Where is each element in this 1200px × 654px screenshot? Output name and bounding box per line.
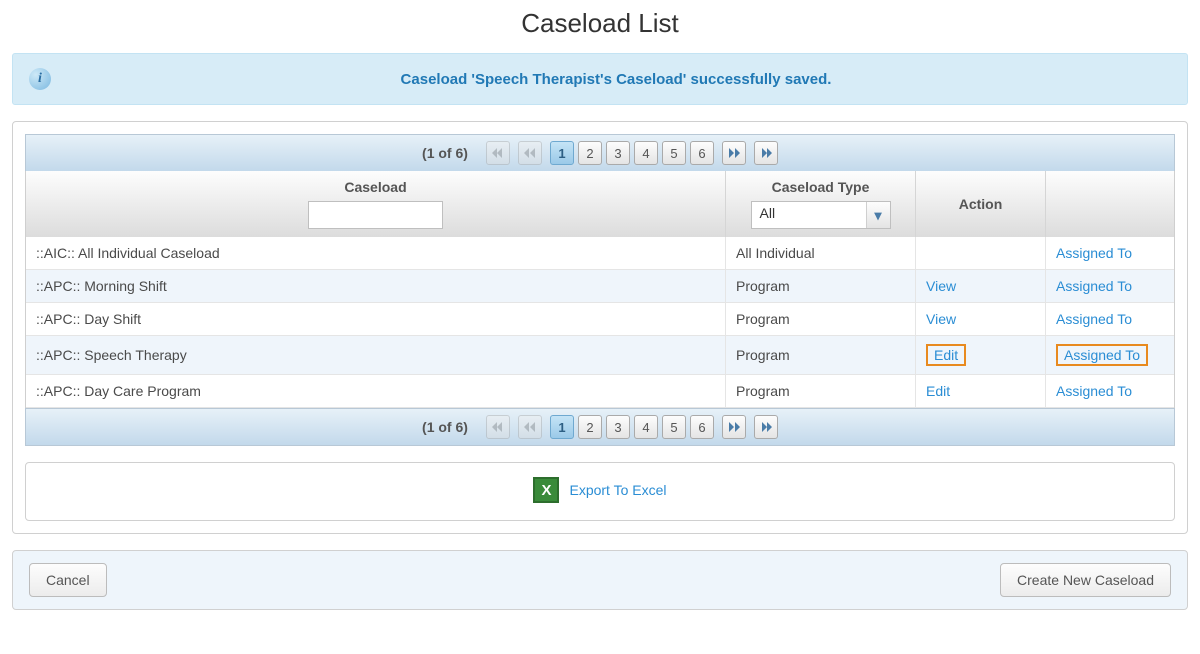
paginator-bottom: (1 of 6) 123456	[25, 408, 1175, 446]
excel-icon	[533, 477, 559, 503]
cell-type: Program	[726, 375, 916, 407]
table-row: ::APC:: Day Care ProgramProgram Edit Assig…	[26, 375, 1174, 408]
export-label: Export To Excel	[569, 482, 666, 498]
last-page-button[interactable]	[754, 141, 778, 165]
create-caseload-button[interactable]: Create New Caseload	[1000, 563, 1171, 597]
column-type-label: Caseload Type	[772, 179, 870, 195]
column-action-label: Action	[959, 196, 1003, 212]
caseload-table-panel: (1 of 6) 123456 Caseload Caseload Type A…	[12, 121, 1188, 534]
column-type: Caseload Type All ▾	[726, 171, 916, 237]
assigned-to-link[interactable]: Assigned To	[1056, 344, 1148, 366]
paginator-top: (1 of 6) 123456	[25, 134, 1175, 171]
page-number-4[interactable]: 4	[634, 141, 658, 165]
page-info: (1 of 6)	[422, 145, 468, 161]
assigned-to-link[interactable]: Assigned To	[1056, 245, 1132, 261]
first-page-button[interactable]	[486, 415, 510, 439]
cell-action: Edit	[916, 336, 1046, 374]
next-page-button[interactable]	[722, 141, 746, 165]
column-caseload-label: Caseload	[344, 179, 406, 195]
cell-caseload: ::APC:: Speech Therapy	[26, 336, 726, 374]
page-number-3[interactable]: 3	[606, 141, 630, 165]
table-body: ::AIC:: All Individual CaseloadAll Indiv…	[25, 237, 1175, 408]
page-info: (1 of 6)	[422, 419, 468, 435]
cell-caseload: ::APC:: Day Care Program	[26, 375, 726, 407]
cell-action: Edit	[916, 375, 1046, 407]
edit-link[interactable]: Edit	[926, 344, 966, 366]
prev-page-button[interactable]	[518, 415, 542, 439]
page-number-1[interactable]: 1	[550, 141, 574, 165]
assigned-to-link[interactable]: Assigned To	[1056, 383, 1132, 399]
table-row: ::APC:: Day ShiftProgram View Assigned To	[26, 303, 1174, 336]
cell-caseload: ::AIC:: All Individual Caseload	[26, 237, 726, 269]
page-number-6[interactable]: 6	[690, 141, 714, 165]
success-alert: i Caseload 'Speech Therapist's Caseload'…	[12, 53, 1188, 105]
edit-link[interactable]: Edit	[926, 383, 950, 399]
column-action: Action	[916, 171, 1046, 237]
caseload-filter-input[interactable]	[308, 201, 443, 229]
page-number-4[interactable]: 4	[634, 415, 658, 439]
assigned-to-link[interactable]: Assigned To	[1056, 278, 1132, 294]
table-row: ::APC:: Speech TherapyProgram Edit Assigne…	[26, 336, 1174, 375]
type-filter-select[interactable]: All ▾	[751, 201, 891, 229]
cell-type: Program	[726, 336, 916, 374]
cell-type: All Individual	[726, 237, 916, 269]
table-header: Caseload Caseload Type All ▾ Action	[25, 171, 1175, 237]
page-numbers: 123456	[550, 415, 714, 439]
view-link[interactable]: View	[926, 311, 956, 327]
cell-type: Program	[726, 270, 916, 302]
page-number-3[interactable]: 3	[606, 415, 630, 439]
chevron-down-icon: ▾	[866, 202, 890, 228]
cell-caseload: ::APC:: Morning Shift	[26, 270, 726, 302]
cell-assigned: Assigned To	[1046, 375, 1174, 407]
page-number-6[interactable]: 6	[690, 415, 714, 439]
page-number-5[interactable]: 5	[662, 141, 686, 165]
cell-assigned: Assigned To	[1046, 303, 1174, 335]
first-page-button[interactable]	[486, 141, 510, 165]
alert-message: Caseload 'Speech Therapist's Caseload' s…	[61, 71, 1171, 88]
last-page-button[interactable]	[754, 415, 778, 439]
prev-page-button[interactable]	[518, 141, 542, 165]
cell-action	[916, 237, 1046, 269]
view-link[interactable]: View	[926, 278, 956, 294]
column-assigned	[1046, 171, 1174, 237]
page-number-1[interactable]: 1	[550, 415, 574, 439]
footer-bar: Cancel Create New Caseload	[12, 550, 1188, 610]
page-number-5[interactable]: 5	[662, 415, 686, 439]
type-filter-value: All	[752, 202, 866, 228]
table-row: ::APC:: Morning ShiftProgram View Assigned…	[26, 270, 1174, 303]
cell-type: Program	[726, 303, 916, 335]
export-excel-link[interactable]: Export To Excel	[533, 477, 666, 503]
cell-assigned: Assigned To	[1046, 336, 1174, 374]
page-title: Caseload List	[12, 8, 1188, 39]
next-page-button[interactable]	[722, 415, 746, 439]
cancel-button[interactable]: Cancel	[29, 563, 107, 597]
cell-action: View	[916, 303, 1046, 335]
export-box: Export To Excel	[25, 462, 1175, 521]
page-number-2[interactable]: 2	[578, 415, 602, 439]
page-number-2[interactable]: 2	[578, 141, 602, 165]
column-caseload: Caseload	[26, 171, 726, 237]
cell-action: View	[916, 270, 1046, 302]
cell-assigned: Assigned To	[1046, 270, 1174, 302]
page-numbers: 123456	[550, 141, 714, 165]
assigned-to-link[interactable]: Assigned To	[1056, 311, 1132, 327]
table-row: ::AIC:: All Individual CaseloadAll Indiv…	[26, 237, 1174, 270]
cell-caseload: ::APC:: Day Shift	[26, 303, 726, 335]
cell-assigned: Assigned To	[1046, 237, 1174, 269]
info-icon: i	[29, 68, 51, 90]
